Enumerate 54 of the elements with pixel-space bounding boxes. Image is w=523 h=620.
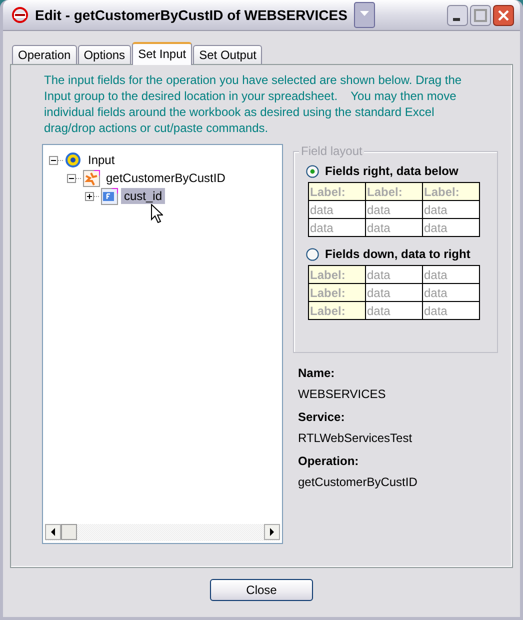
tab[interactable]: Options bbox=[78, 45, 132, 64]
minimize-button[interactable] bbox=[447, 4, 468, 26]
input-node-icon bbox=[65, 152, 82, 168]
scroll-left-icon[interactable] bbox=[50, 528, 56, 536]
info-value: getCustomerByCustID bbox=[298, 475, 418, 491]
preview-label-cell: Label: bbox=[308, 302, 366, 320]
preview-label-cell: Label: bbox=[422, 182, 480, 200]
dropdown-button[interactable] bbox=[354, 2, 375, 28]
preview-data-cell: data bbox=[422, 302, 480, 320]
preview-data-cell: data bbox=[366, 218, 422, 236]
info-label: Name: bbox=[298, 365, 336, 382]
radio-button[interactable] bbox=[306, 248, 319, 260]
instructions-text: The input fields for the operation you have selected are shown below. Drag the Input group to the desired location in your spreadsheet. You may then move individual fields around the workbook as desired using the standard Excel drag/drop actions or cut/paste commands. bbox=[44, 72, 463, 136]
preview-data-cell: data bbox=[366, 200, 422, 218]
preview-data-cell: data bbox=[366, 284, 422, 302]
expand-icon[interactable] bbox=[85, 192, 94, 200]
radio-button[interactable] bbox=[306, 164, 319, 178]
radio-label[interactable]: Fields right, data below bbox=[325, 164, 458, 178]
preview-data-cell: data bbox=[366, 302, 422, 320]
preview-data-cell: data bbox=[422, 284, 480, 302]
scroll-thumb[interactable] bbox=[61, 524, 77, 540]
tree-item[interactable]: cust_id bbox=[121, 188, 166, 204]
field-node-icon bbox=[101, 188, 118, 204]
info-label: Operation: bbox=[298, 453, 360, 470]
tab[interactable]: Set Output bbox=[193, 45, 262, 64]
close-icon[interactable] bbox=[493, 4, 514, 26]
close-button[interactable]: Close bbox=[210, 579, 313, 601]
preview-data-cell: data bbox=[308, 218, 366, 236]
preview-data-cell: data bbox=[366, 266, 422, 284]
info-value: RTLWebServicesTest bbox=[298, 431, 414, 447]
preview-data-cell: data bbox=[422, 200, 480, 218]
info-label: Service: bbox=[298, 409, 346, 426]
collapse-icon[interactable] bbox=[49, 156, 58, 164]
preview-data-cell: data bbox=[308, 200, 366, 218]
preview-label-cell: Label: bbox=[308, 266, 366, 284]
group-title: Field layout bbox=[299, 144, 364, 158]
scroll-right-icon[interactable] bbox=[270, 528, 274, 536]
cursor-icon bbox=[151, 204, 163, 223]
tab[interactable]: Set Input bbox=[132, 42, 192, 65]
tab[interactable]: Operation bbox=[12, 45, 77, 64]
collapse-icon[interactable] bbox=[67, 174, 76, 182]
window-title: Edit - getCustomerByCustID of WEBSERVICES bbox=[35, 7, 348, 23]
operation-node-icon bbox=[83, 170, 100, 186]
radio-label[interactable]: Fields down, data to right bbox=[325, 247, 470, 261]
preview-label-cell: Label: bbox=[308, 182, 366, 200]
preview-label-cell: Label: bbox=[366, 182, 422, 200]
tree-item[interactable]: getCustomerByCustID bbox=[103, 170, 228, 186]
app-logo-icon bbox=[11, 6, 29, 24]
tree-item[interactable]: Input bbox=[85, 152, 118, 168]
info-value: WEBSERVICES bbox=[298, 387, 387, 403]
preview-data-cell: data bbox=[422, 218, 480, 236]
preview-label-cell: Label: bbox=[308, 284, 366, 302]
horizontal-scrollbar[interactable] bbox=[45, 524, 280, 541]
preview-data-cell: data bbox=[422, 266, 480, 284]
